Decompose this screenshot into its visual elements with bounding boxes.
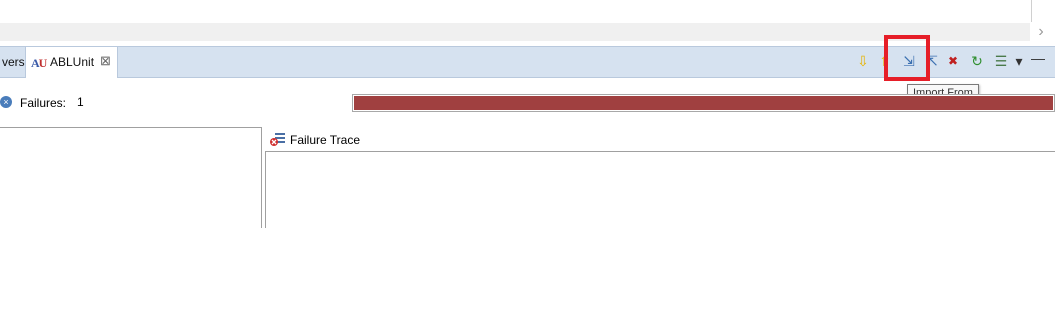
- horizontal-scrollbar[interactable]: [0, 23, 1030, 41]
- failure-trace-label: Failure Trace: [290, 133, 361, 147]
- failures-count: 1: [77, 95, 84, 109]
- failures-label: Failures:: [20, 96, 67, 110]
- tab-servers[interactable]: vers: [0, 47, 25, 77]
- progress-bar-fill: [354, 96, 1053, 110]
- view-menu-icon[interactable]: ▾: [1013, 52, 1025, 70]
- failure-trace-icon: [270, 133, 285, 146]
- tab-label: ABLUnit: [50, 55, 95, 69]
- scroll-right-icon[interactable]: ›: [1034, 22, 1048, 42]
- layout-menu-icon[interactable]: ☰: [993, 52, 1009, 70]
- next-failure-icon[interactable]: ⇩: [856, 52, 870, 70]
- show-failures-only-icon[interactable]: ✖: [945, 52, 961, 70]
- close-icon[interactable]: ⊠: [100, 53, 111, 69]
- failure-icon: ×: [0, 96, 12, 108]
- rerun-icon[interactable]: ↻: [968, 52, 986, 70]
- divider: [1031, 0, 1032, 22]
- test-tree-pane[interactable]: [0, 127, 262, 228]
- highlight-box: [884, 35, 930, 81]
- ablunit-icon: AU: [31, 56, 47, 70]
- tab-ablunit[interactable]: AU ABLUnit ⊠: [25, 47, 118, 78]
- failure-trace-pane[interactable]: [265, 151, 1055, 228]
- minimize-icon[interactable]: —: [1030, 49, 1046, 67]
